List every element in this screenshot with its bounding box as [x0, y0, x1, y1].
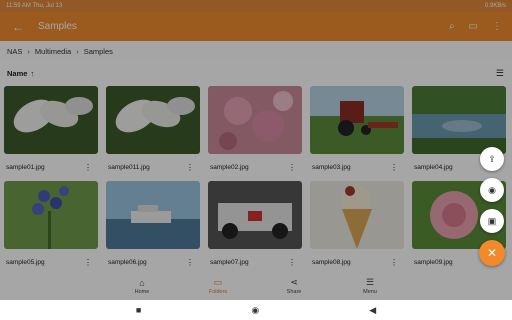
upload-icon: ⇪	[488, 153, 496, 164]
system-nav-bar: ■ ◉ ◀	[0, 300, 512, 320]
dim-overlay[interactable]	[0, 0, 512, 300]
home-button-icon[interactable]: ◉	[251, 305, 259, 316]
recents-icon[interactable]: ■	[136, 305, 141, 315]
camera-icon: ◉	[488, 184, 496, 195]
close-icon: ✕	[486, 246, 498, 260]
upload-fab[interactable]: ⇪	[480, 147, 504, 171]
new-folder-icon: ▣	[487, 215, 497, 226]
close-fab[interactable]: ✕	[479, 240, 505, 266]
new-folder-fab[interactable]: ▣	[480, 209, 504, 233]
camera-fab[interactable]: ◉	[480, 178, 504, 202]
back-button-icon[interactable]: ◀	[369, 305, 376, 316]
